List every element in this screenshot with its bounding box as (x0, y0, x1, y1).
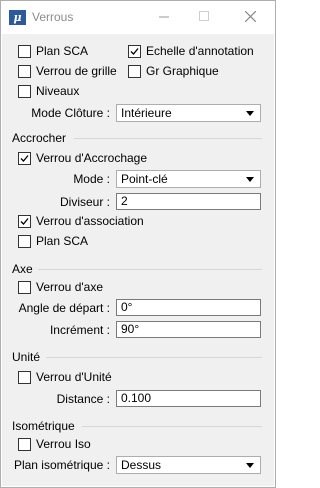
checkbox-label: Verrou d'association (36, 214, 144, 228)
checkbox-box[interactable] (18, 438, 31, 451)
chevron-down-icon (246, 463, 254, 468)
section-divider (46, 357, 262, 358)
plan-sca-checkbox[interactable]: Plan SCA (18, 42, 128, 60)
checkbox-label: Verrou d'Accrochage (36, 151, 148, 165)
verrou-grille-checkbox[interactable]: Verrou de grille (18, 62, 128, 80)
close-button[interactable] (235, 5, 265, 29)
accrocher-heading: Accrocher (12, 131, 67, 145)
increment-label: Incrément : (49, 323, 110, 337)
checkbox-box[interactable] (18, 235, 31, 248)
checkbox-label: Verrou d'Unité (36, 370, 112, 384)
select-value: Dessus (121, 458, 162, 472)
locks-panel: Plan SCA Echelle d'annotation Verrou de … (2, 34, 274, 486)
checkbox-box[interactable] (18, 281, 31, 294)
increment-field[interactable]: 90° (116, 321, 261, 338)
checkmark-icon (130, 48, 139, 55)
angle-depart-label: Angle de départ : (18, 301, 110, 315)
checkbox-box[interactable] (128, 65, 141, 78)
checkbox-label: Niveaux (36, 84, 80, 98)
diviseur-label: Diviseur : (59, 195, 110, 209)
checkbox-label: Verrou Iso (36, 437, 91, 451)
maximize-button[interactable] (189, 5, 219, 29)
chevron-down-icon (246, 177, 254, 182)
plan-isometrique-select[interactable]: Dessus (116, 456, 261, 474)
checkbox-label: Plan SCA (36, 44, 89, 58)
close-icon (244, 11, 256, 22)
distance-field[interactable]: 0.100 (116, 390, 261, 407)
checkbox-label: Verrou d'axe (36, 280, 104, 294)
checkmark-icon (20, 218, 29, 225)
angle-depart-field[interactable]: 0° (116, 299, 261, 316)
mode-cloture-select[interactable]: Intérieure (116, 104, 261, 122)
mode-cloture-label: Mode Clôture : (31, 106, 110, 120)
verrou-iso-checkbox[interactable]: Verrou Iso (18, 435, 168, 453)
section-divider (74, 138, 262, 139)
verrous-window: μ Verrous Plan SCA Echelle d'annotation … (0, 0, 276, 488)
microstation-app-icon: μ (9, 10, 26, 25)
checkbox-label: Plan SCA (36, 234, 89, 248)
checkbox-box[interactable] (128, 45, 141, 58)
echelle-annotation-checkbox[interactable]: Echelle d'annotation (128, 42, 273, 60)
checkbox-label: Gr Graphique (146, 64, 219, 78)
select-value: Intérieure (121, 106, 172, 120)
diviseur-field[interactable]: 2 (116, 193, 261, 210)
unite-heading: Unité (12, 350, 41, 364)
minimize-button[interactable] (149, 5, 179, 29)
chevron-down-icon (246, 111, 254, 116)
niveaux-checkbox[interactable]: Niveaux (18, 82, 128, 100)
checkmark-icon (20, 155, 29, 162)
checkbox-box[interactable] (18, 371, 31, 384)
verrou-unite-checkbox[interactable]: Verrou d'Unité (18, 368, 178, 386)
checkbox-label: Verrou de grille (36, 64, 117, 78)
minimize-icon (159, 16, 169, 18)
isometrique-heading: Isométrique (12, 419, 75, 433)
verrou-association-checkbox[interactable]: Verrou d'association (18, 212, 198, 230)
maximize-icon (199, 11, 209, 21)
checkbox-box[interactable] (18, 215, 31, 228)
verrou-accrochage-checkbox[interactable]: Verrou d'Accrochage (18, 149, 198, 167)
axe-heading: Axe (12, 262, 33, 276)
plan-isometrique-label: Plan isométrique : (13, 458, 110, 472)
mode-select[interactable]: Point-clé (116, 170, 261, 188)
checkbox-label: Echelle d'annotation (146, 44, 254, 58)
checkbox-box[interactable] (18, 45, 31, 58)
checkbox-box[interactable] (18, 85, 31, 98)
mode-label: Mode : (73, 172, 110, 186)
plan-sca-accrochage-checkbox[interactable]: Plan SCA (18, 232, 128, 250)
checkbox-box[interactable] (18, 152, 31, 165)
section-divider (38, 269, 262, 270)
verrou-axe-checkbox[interactable]: Verrou d'axe (18, 278, 168, 296)
checkbox-box[interactable] (18, 65, 31, 78)
title-bar: μ Verrous (1, 1, 275, 33)
distance-label: Distance : (56, 392, 110, 406)
section-divider (82, 426, 262, 427)
window-title: Verrous (32, 10, 74, 24)
select-value: Point-clé (121, 172, 168, 186)
gr-graphique-checkbox[interactable]: Gr Graphique (128, 62, 273, 80)
